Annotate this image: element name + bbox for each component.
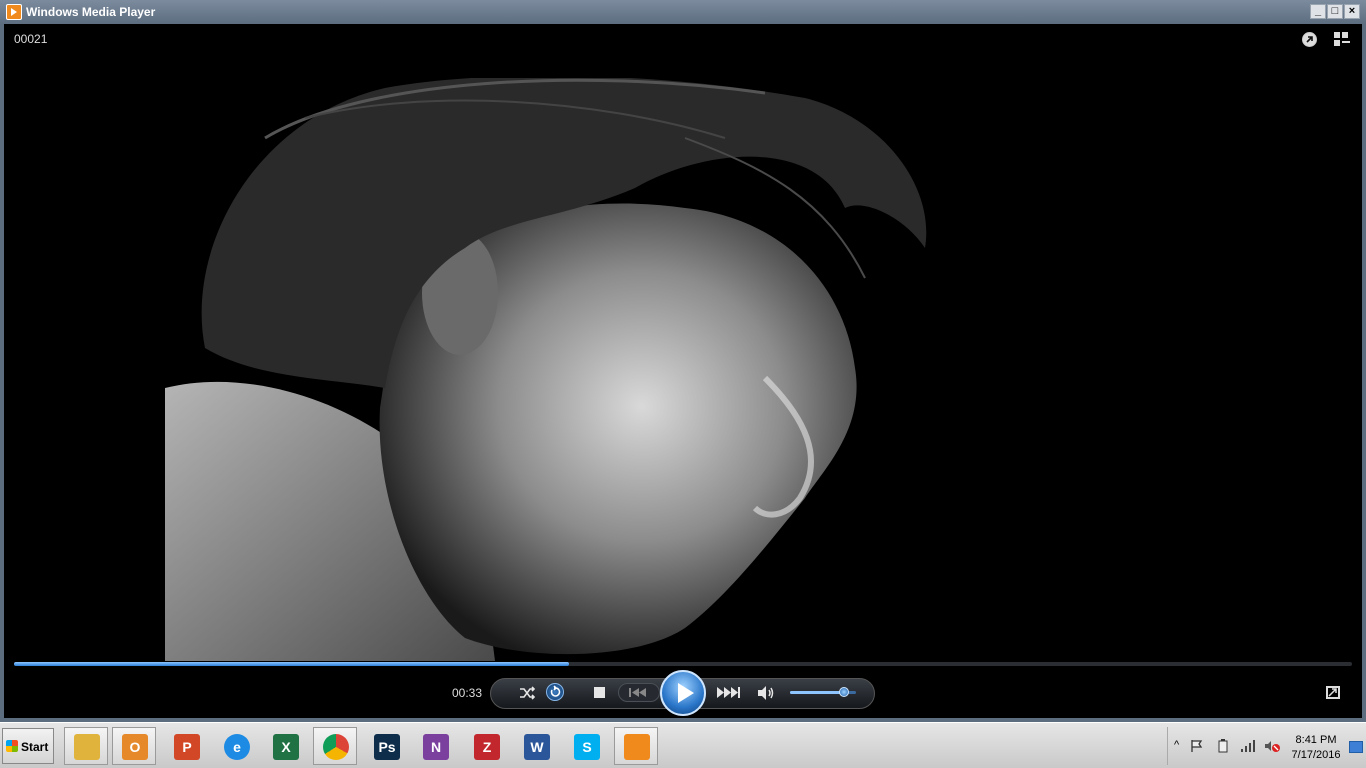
start-button[interactable]: Start [2, 728, 54, 764]
close-button[interactable]: × [1344, 4, 1360, 19]
explorer-icon [74, 734, 100, 760]
taskbar-filezilla-button[interactable]: Z [464, 727, 508, 765]
powerpoint-icon: P [174, 734, 200, 760]
switch-to-full-screen-icon[interactable] [1326, 686, 1340, 699]
taskbar: Start O Pe X Ps N Z W S ^ 8:41 PM 7/17/2016 [0, 722, 1366, 768]
video-frame [165, 78, 941, 661]
elapsed-time: 00:33 [452, 686, 483, 700]
show-hidden-icons-icon[interactable]: ^ [1174, 739, 1186, 753]
onenote-icon: N [423, 734, 449, 760]
taskbar-media-player-button[interactable] [614, 727, 658, 765]
action-center-flag-icon[interactable] [1190, 739, 1203, 753]
rate-icon[interactable] [1302, 32, 1317, 47]
taskbar-excel-button[interactable]: X [263, 727, 307, 765]
repeat-icon[interactable] [546, 683, 564, 701]
window-title: Windows Media Player [26, 5, 156, 19]
show-desktop-icon[interactable] [1349, 741, 1363, 753]
volume-level [790, 691, 845, 694]
seek-progress [14, 662, 570, 666]
minimize-button[interactable]: _ [1310, 4, 1326, 19]
taskbar-powerpoint-button[interactable]: P [164, 727, 208, 765]
windows-logo-icon [6, 740, 18, 752]
clock-time: 8:41 PM [1295, 734, 1337, 746]
seek-bar[interactable] [14, 662, 1352, 666]
taskbar-photoshop-button[interactable]: Ps [364, 727, 408, 765]
taskbar-chrome-button[interactable] [313, 727, 357, 765]
taskbar-word-button[interactable]: W [514, 727, 558, 765]
volume-icon[interactable] [756, 684, 776, 702]
play-icon[interactable] [660, 670, 706, 716]
stop-icon[interactable] [594, 687, 605, 698]
clock-date: 7/17/2016 [1291, 749, 1341, 761]
shuffle-icon[interactable] [518, 684, 536, 702]
previous-icon[interactable] [618, 683, 660, 702]
photoshop-icon: Ps [374, 734, 400, 760]
media-player-icon [624, 734, 650, 760]
taskbar-onenote-button[interactable]: N [413, 727, 457, 765]
filezilla-icon: Z [474, 734, 500, 760]
next-icon[interactable] [709, 683, 751, 702]
chrome-icon [323, 734, 349, 760]
volume-slider[interactable] [790, 687, 856, 697]
excel-icon: X [273, 734, 299, 760]
now-playing-area[interactable]: 00021 00:33 [4, 24, 1362, 718]
window-border-right [1362, 24, 1366, 721]
outlook-icon: O [122, 734, 148, 760]
file-label: 00021 [14, 32, 48, 46]
taskbar-explorer-button[interactable] [64, 727, 108, 765]
taskbar-internet-explorer-button[interactable]: e [214, 727, 258, 765]
skype-icon: S [574, 734, 600, 760]
title-bar: Windows Media Player _ □ × [0, 0, 1366, 24]
clock[interactable]: 8:41 PM 7/17/2016 [1286, 733, 1346, 763]
windows-media-player-icon [6, 4, 22, 20]
taskbar-outlook-button[interactable]: O [112, 727, 156, 765]
volume-muted-icon[interactable] [1264, 739, 1280, 753]
internet-explorer-icon: e [224, 734, 250, 760]
maximize-button[interactable]: □ [1327, 4, 1343, 19]
network-signal-icon[interactable] [1240, 739, 1256, 753]
switch-to-library-icon[interactable] [1334, 32, 1350, 47]
battery-icon[interactable] [1218, 739, 1230, 753]
word-icon: W [524, 734, 550, 760]
taskbar-skype-button[interactable]: S [564, 727, 608, 765]
start-label: Start [21, 740, 49, 754]
